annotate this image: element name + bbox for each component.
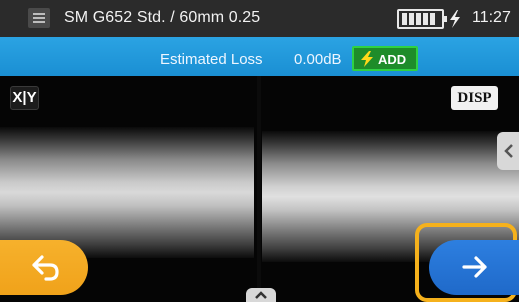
clock: 11:27 [472,9,511,26]
estimated-loss-value: 0.00dB [294,51,342,68]
menu-icon[interactable] [28,8,50,28]
back-button[interactable] [0,240,88,295]
estimated-loss-bar: Estimated Loss 0.00dB ADD [0,37,519,76]
display-button[interactable]: DISP [451,86,498,110]
chevron-up-icon [255,291,267,299]
status-bar: SM G652 Std. / 60mm 0.25 11:27 [0,0,519,37]
lightning-icon [361,51,373,67]
charging-icon [450,10,460,28]
xy-view-button[interactable]: X|Y [10,86,39,110]
left-fiber-image [0,127,254,258]
add-button-label: ADD [378,52,407,67]
center-line [257,76,261,302]
battery-icon [397,9,447,29]
bottom-panel-tab[interactable] [246,288,276,302]
estimated-loss-label: Estimated Loss [160,51,263,68]
next-button[interactable] [429,240,519,295]
undo-arrow-icon [32,255,59,281]
side-panel-tab[interactable] [497,132,519,170]
chevron-left-icon [504,144,513,158]
add-loss-button[interactable]: ADD [352,46,418,71]
right-arrow-icon [462,256,487,278]
splice-mode-title[interactable]: SM G652 Std. / 60mm 0.25 [64,9,260,27]
fiber-view: X|Y DISP [0,76,519,302]
